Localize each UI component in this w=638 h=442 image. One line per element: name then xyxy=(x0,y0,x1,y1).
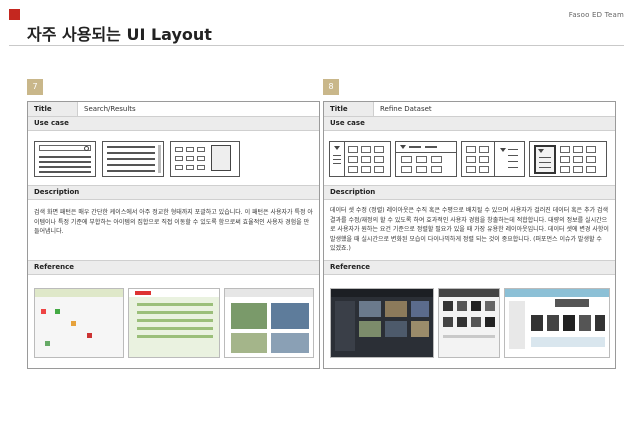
wireframe-line xyxy=(39,166,91,168)
title-value: Refine Dataset xyxy=(380,105,432,113)
description-label: Description xyxy=(324,186,615,200)
description-label: Description xyxy=(28,186,319,200)
pattern-number-badge: 7 xyxy=(27,79,43,95)
reference-image xyxy=(438,288,500,358)
wireframe-line xyxy=(107,164,155,166)
wireframe-tile xyxy=(197,165,205,170)
pattern-table: Title Refine Dataset Use case Descriptio… xyxy=(323,101,616,369)
description-text: 검색 화면 패턴은 매우 간단한 케이스에서 아주 정교한 형태까지 포괄하고 … xyxy=(28,200,319,261)
title-label: Title xyxy=(28,102,78,116)
reference-image xyxy=(128,288,220,358)
usecase-wireframes xyxy=(28,131,319,186)
usecase-label: Use case xyxy=(28,117,319,131)
filter-icon xyxy=(500,148,506,152)
title-value: Search/Results xyxy=(84,105,136,113)
wireframe-line xyxy=(107,158,155,160)
page-title: 자주 사용되는 UI Layout xyxy=(27,25,212,44)
wireframe-tile xyxy=(186,165,194,170)
reference-label: Reference xyxy=(324,261,615,275)
filter-icon xyxy=(334,146,340,150)
wireframe-top-filter-grid xyxy=(395,141,457,177)
wireframe-search-icon xyxy=(84,146,89,151)
wireframe-line xyxy=(107,152,155,154)
pattern-number-badge: 8 xyxy=(323,79,339,95)
wireframe-right-filter-grid xyxy=(461,141,525,177)
reference-image xyxy=(34,288,124,358)
wireframe-tile xyxy=(197,147,205,152)
wireframe-tile xyxy=(197,156,205,161)
title-divider xyxy=(9,45,624,46)
filter-icon xyxy=(538,149,544,153)
wireframe-search-list xyxy=(34,141,96,177)
wireframe-line xyxy=(39,161,91,163)
wireframe-tile xyxy=(175,156,183,161)
wireframe-results-list xyxy=(102,141,164,177)
wireframe-line xyxy=(39,171,91,173)
wireframe-grid-overlay xyxy=(170,141,240,177)
brand-name: Fasoo ED Team xyxy=(568,11,624,19)
wireframe-left-filter-grid xyxy=(329,141,391,177)
wireframe-tile xyxy=(175,165,183,170)
pattern-card-search-results: 7 Title Search/Results Use case Descript… xyxy=(27,79,320,369)
wireframe-tile xyxy=(186,156,194,161)
reference-label: Reference xyxy=(28,261,319,275)
wireframe-line xyxy=(107,146,155,148)
wireframe-popup-filter-grid xyxy=(529,141,607,177)
wireframe-tile xyxy=(186,147,194,152)
title-row: Title Refine Dataset xyxy=(324,102,615,117)
usecase-label: Use case xyxy=(324,117,615,131)
wireframe-tile xyxy=(175,147,183,152)
wireframe-scrollbar xyxy=(158,145,161,173)
filter-icon xyxy=(400,145,406,149)
wireframe-preview-panel xyxy=(211,145,231,171)
wireframe-line xyxy=(39,156,91,158)
description-text: 데이터 셋 수정 (정렬) 레이아웃은 수직 혹은 수평으로 배치될 수 있으며… xyxy=(324,200,615,261)
reference-screenshots xyxy=(324,275,615,368)
pattern-table: Title Search/Results Use case Descriptio… xyxy=(27,101,320,369)
reference-screenshots xyxy=(28,275,319,368)
wireframe-line xyxy=(107,170,155,172)
title-label: Title xyxy=(324,102,374,116)
pattern-card-refine-dataset: 8 Title Refine Dataset Use case Descript… xyxy=(323,79,616,369)
reference-image xyxy=(224,288,314,358)
reference-image xyxy=(330,288,434,358)
reference-image xyxy=(504,288,610,358)
usecase-wireframes xyxy=(324,131,615,186)
brand-logo-mark xyxy=(9,9,20,20)
title-row: Title Search/Results xyxy=(28,102,319,117)
